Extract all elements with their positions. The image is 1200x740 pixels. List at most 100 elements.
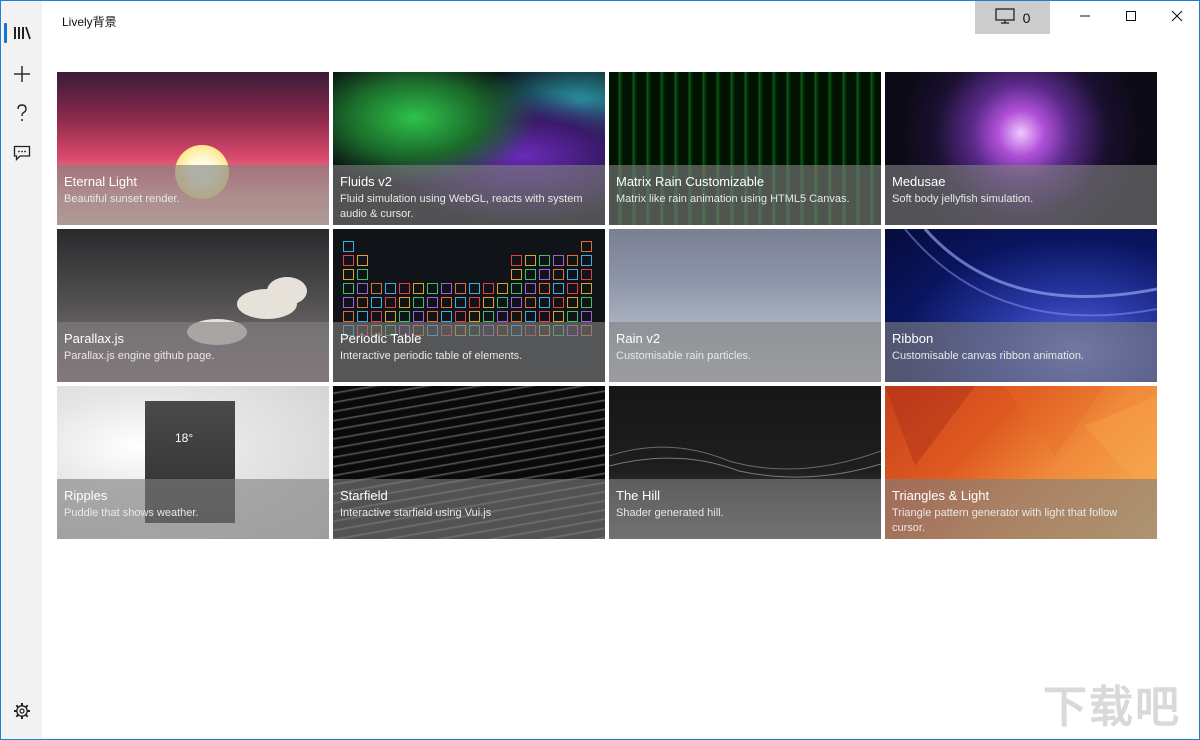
sidebar-item-add[interactable]: [1, 54, 42, 94]
element-cell: [413, 311, 424, 322]
tile-description: Fluid simulation using WebGL, reacts wit…: [340, 193, 583, 220]
element-cell: [497, 311, 508, 322]
element-cell: [357, 269, 368, 280]
tile-caption: Periodic Table Interactive periodic tabl…: [333, 322, 605, 382]
tile-caption: Matrix Rain Customizable Matrix like rai…: [609, 165, 881, 225]
element-cell: [497, 283, 508, 294]
wallpaper-grid: Eternal Light Beautiful sunset render. F…: [57, 72, 1157, 539]
element-cell: [441, 311, 452, 322]
element-cell: [399, 283, 410, 294]
element-cell: [343, 311, 354, 322]
element-cell: [567, 255, 578, 266]
wallpaper-tile-starfield[interactable]: Starfield Interactive starfield using Vu…: [333, 386, 605, 539]
tile-caption: Starfield Interactive starfield using Vu…: [333, 479, 605, 539]
sidebar-item-library[interactable]: [1, 13, 42, 53]
element-cell: [357, 311, 368, 322]
sidebar-item-settings[interactable]: [1, 691, 42, 731]
close-icon: [1171, 9, 1183, 27]
element-cell: [413, 283, 424, 294]
tile-caption: Rain v2 Customisable rain particles.: [609, 322, 881, 382]
tile-title: The Hill: [616, 488, 661, 503]
element-cell: [581, 269, 592, 280]
element-cell: [567, 297, 578, 308]
tile-description: Customisable rain particles.: [616, 350, 752, 362]
element-cell: [567, 311, 578, 322]
tile-title: Parallax.js: [64, 331, 124, 346]
sidebar-item-feedback[interactable]: [1, 133, 42, 173]
wallpaper-tile-parallax[interactable]: Parallax.js Parallax.js engine github pa…: [57, 229, 329, 382]
element-cell: [371, 283, 382, 294]
tile-description: Soft body jellyfish simulation.: [892, 193, 1034, 205]
wallpaper-tile-ribbon[interactable]: Ribbon Customisable canvas ribbon animat…: [885, 229, 1157, 382]
element-cell: [357, 297, 368, 308]
element-cell: [539, 311, 550, 322]
element-cell: [581, 255, 592, 266]
element-cell: [553, 283, 564, 294]
tile-description: Shader generated hill.: [616, 507, 724, 519]
screen-count: 0: [1022, 9, 1031, 26]
app-window: Lively背景 0 Eternal Light Beautiful sunse…: [0, 0, 1200, 740]
tile-title: Matrix Rain Customizable: [616, 174, 765, 189]
tile-caption: Fluids v2 Fluid simulation using WebGL, …: [333, 165, 605, 225]
watermark-logo: 下载吧: [1043, 682, 1181, 733]
wallpaper-tile-ripples[interactable]: 18° Ripples Puddle that shows weather.: [57, 386, 329, 539]
wallpaper-tile-fluids-v2[interactable]: Fluids v2 Fluid simulation using WebGL, …: [333, 72, 605, 225]
element-cell: [525, 255, 536, 266]
monitor-icon: [994, 8, 1015, 27]
element-cell: [441, 297, 452, 308]
wallpaper-tile-periodic-table[interactable]: Periodic Table Interactive periodic tabl…: [333, 229, 605, 382]
element-cell: [343, 283, 354, 294]
wallpaper-tile-the-hill[interactable]: The Hill Shader generated hill.: [609, 386, 881, 539]
minimize-icon: [1079, 9, 1091, 27]
wallpaper-tile-triangles-light[interactable]: Triangles & Light Triangle pattern gener…: [885, 386, 1157, 539]
element-cell: [343, 297, 354, 308]
element-cell: [469, 283, 480, 294]
question-icon: [16, 104, 28, 122]
wallpaper-tile-matrix-rain[interactable]: Matrix Rain Customizable Matrix like rai…: [609, 72, 881, 225]
minimize-button[interactable]: [1062, 1, 1108, 34]
wallpaper-tile-eternal-light[interactable]: Eternal Light Beautiful sunset render.: [57, 72, 329, 225]
element-cell: [511, 269, 522, 280]
maximize-icon: [1125, 9, 1137, 27]
element-cell: [385, 297, 396, 308]
tile-caption: Parallax.js Parallax.js engine github pa…: [57, 322, 329, 382]
element-cell: [539, 297, 550, 308]
close-button[interactable]: [1154, 1, 1200, 34]
sidebar-item-help[interactable]: [1, 93, 42, 133]
tile-description: Interactive periodic table of elements.: [340, 350, 523, 362]
tile-title: Starfield: [340, 488, 388, 503]
maximize-button[interactable]: [1108, 1, 1154, 34]
element-cell: [511, 311, 522, 322]
tile-title: Triangles & Light: [892, 488, 990, 503]
element-cell: [511, 255, 522, 266]
element-cell: [553, 255, 564, 266]
element-cell: [441, 283, 452, 294]
element-cell: [581, 283, 592, 294]
element-cell: [427, 297, 438, 308]
element-cell: [343, 255, 354, 266]
element-cell: [371, 297, 382, 308]
element-cell: [343, 269, 354, 280]
tile-caption: The Hill Shader generated hill.: [609, 479, 881, 539]
tile-title: Periodic Table: [340, 331, 422, 346]
element-cell: [497, 297, 508, 308]
tile-title: Ribbon: [892, 331, 934, 346]
weather-temperature: 18°: [175, 431, 194, 445]
element-cell: [455, 283, 466, 294]
element-cell: [385, 311, 396, 322]
element-cell: [455, 297, 466, 308]
element-cell: [567, 283, 578, 294]
tile-description: Puddle that shows weather.: [64, 507, 199, 519]
element-cell: [581, 311, 592, 322]
library-icon: [13, 26, 31, 40]
tile-title: Rain v2: [616, 331, 661, 346]
element-cell: [539, 283, 550, 294]
gear-icon: [13, 702, 31, 720]
wallpaper-tile-rain-v2[interactable]: Rain v2 Customisable rain particles.: [609, 229, 881, 382]
wallpaper-tile-medusae[interactable]: Medusae Soft body jellyfish simulation.: [885, 72, 1157, 225]
screen-select-button[interactable]: 0: [975, 1, 1050, 34]
element-cell: [581, 297, 592, 308]
element-cell: [399, 311, 410, 322]
element-cell: [525, 297, 536, 308]
element-cell: [511, 283, 522, 294]
